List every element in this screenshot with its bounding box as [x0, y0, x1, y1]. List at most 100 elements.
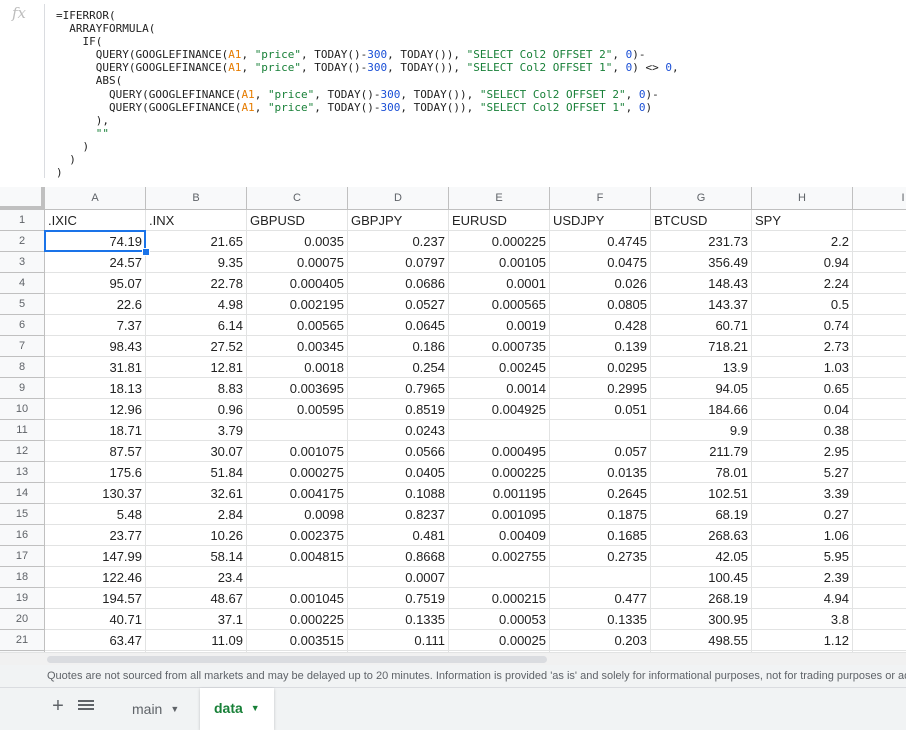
data-cell[interactable]: 0.003515 — [247, 630, 348, 651]
row-header[interactable]: 3 — [0, 252, 45, 273]
data-cell[interactable]: 58.14 — [146, 546, 247, 567]
data-cell[interactable]: 5.27 — [752, 462, 853, 483]
data-cell[interactable] — [550, 420, 651, 441]
data-cell[interactable] — [853, 546, 906, 567]
data-cell[interactable]: 0.8668 — [348, 546, 449, 567]
data-cell[interactable]: 0.000225 — [247, 609, 348, 630]
column-header-f[interactable]: F — [550, 187, 651, 210]
data-cell[interactable]: 3.8 — [752, 609, 853, 630]
header-cell[interactable] — [853, 210, 906, 231]
data-cell[interactable]: 32.61 — [146, 483, 247, 504]
data-cell[interactable] — [853, 420, 906, 441]
data-cell[interactable]: 94.05 — [651, 378, 752, 399]
data-cell[interactable] — [853, 483, 906, 504]
data-cell[interactable]: 130.37 — [45, 483, 146, 504]
data-cell[interactable]: 0.254 — [348, 357, 449, 378]
header-cell[interactable]: USDJPY — [550, 210, 651, 231]
data-cell[interactable]: 0.428 — [550, 315, 651, 336]
data-cell[interactable]: 100.45 — [651, 567, 752, 588]
data-cell[interactable]: 27.52 — [146, 336, 247, 357]
data-cell[interactable]: 18.13 — [45, 378, 146, 399]
data-cell[interactable]: 0.0098 — [247, 504, 348, 525]
data-cell[interactable]: 0.65 — [752, 378, 853, 399]
data-cell[interactable]: 175.6 — [45, 462, 146, 483]
scrollbar-thumb[interactable] — [47, 656, 547, 663]
data-cell[interactable]: 0.1335 — [550, 609, 651, 630]
formula-text[interactable]: =IFERROR( ARRAYFORMULA( IF( QUERY(GOOGLE… — [56, 9, 679, 179]
data-cell[interactable]: 147.99 — [45, 546, 146, 567]
data-cell[interactable]: 0.1088 — [348, 483, 449, 504]
data-cell[interactable]: 211.79 — [651, 441, 752, 462]
header-cell[interactable]: EURUSD — [449, 210, 550, 231]
data-cell[interactable]: 60.71 — [651, 315, 752, 336]
data-cell[interactable]: 0.001045 — [247, 588, 348, 609]
data-cell[interactable]: 0.139 — [550, 336, 651, 357]
data-cell[interactable] — [853, 399, 906, 420]
column-header-d[interactable]: D — [348, 187, 449, 210]
data-cell[interactable] — [853, 357, 906, 378]
header-cell[interactable]: BTCUSD — [651, 210, 752, 231]
data-cell[interactable] — [449, 420, 550, 441]
column-header-g[interactable]: G — [651, 187, 752, 210]
data-cell[interactable]: 0.477 — [550, 588, 651, 609]
row-header[interactable]: 19 — [0, 588, 45, 609]
row-header[interactable]: 14 — [0, 483, 45, 504]
row-header[interactable]: 4 — [0, 273, 45, 294]
column-header-e[interactable]: E — [449, 187, 550, 210]
data-cell[interactable]: 0.203 — [550, 630, 651, 651]
data-cell[interactable]: 9.9 — [651, 420, 752, 441]
data-cell[interactable]: 0.000405 — [247, 273, 348, 294]
header-cell[interactable]: GBPJPY — [348, 210, 449, 231]
data-cell[interactable]: 0.000225 — [449, 231, 550, 252]
data-cell[interactable] — [853, 462, 906, 483]
data-cell[interactable] — [247, 567, 348, 588]
data-cell[interactable]: 0.051 — [550, 399, 651, 420]
data-cell[interactable]: 0.96 — [146, 399, 247, 420]
data-cell[interactable]: 0.8237 — [348, 504, 449, 525]
data-cell[interactable]: 0.5 — [752, 294, 853, 315]
data-cell[interactable]: 0.0527 — [348, 294, 449, 315]
data-cell[interactable]: 0.481 — [348, 525, 449, 546]
data-cell[interactable]: 30.07 — [146, 441, 247, 462]
data-cell[interactable]: 143.37 — [651, 294, 752, 315]
data-cell[interactable] — [853, 315, 906, 336]
data-cell[interactable]: 0.94 — [752, 252, 853, 273]
data-cell[interactable]: 10.26 — [146, 525, 247, 546]
data-cell[interactable] — [853, 231, 906, 252]
data-cell[interactable]: 0.0645 — [348, 315, 449, 336]
data-cell[interactable]: 5.48 — [45, 504, 146, 525]
row-header[interactable]: 1 — [0, 210, 45, 231]
data-cell[interactable]: 0.0135 — [550, 462, 651, 483]
data-cell[interactable]: 498.55 — [651, 630, 752, 651]
data-cell[interactable]: 37.1 — [146, 609, 247, 630]
data-cell[interactable]: 7.37 — [45, 315, 146, 336]
data-cell[interactable]: 0.0007 — [348, 567, 449, 588]
data-cell[interactable] — [853, 294, 906, 315]
data-cell[interactable]: 5.95 — [752, 546, 853, 567]
data-cell[interactable]: 0.0001 — [449, 273, 550, 294]
data-cell[interactable]: 3.79 — [146, 420, 247, 441]
row-header[interactable]: 20 — [0, 609, 45, 630]
data-cell[interactable]: 0.0014 — [449, 378, 550, 399]
data-cell[interactable]: 40.71 — [45, 609, 146, 630]
data-cell[interactable]: 0.38 — [752, 420, 853, 441]
data-cell[interactable]: 0.04 — [752, 399, 853, 420]
row-header[interactable]: 9 — [0, 378, 45, 399]
data-cell[interactable]: 0.2735 — [550, 546, 651, 567]
row-header[interactable]: 16 — [0, 525, 45, 546]
chevron-down-icon[interactable]: ▼ — [170, 704, 179, 714]
data-cell[interactable]: 2.73 — [752, 336, 853, 357]
horizontal-scrollbar[interactable] — [0, 652, 906, 665]
data-cell[interactable]: 0.186 — [348, 336, 449, 357]
tab-data[interactable]: data ▼ — [200, 688, 274, 730]
data-cell[interactable]: 268.63 — [651, 525, 752, 546]
row-header[interactable]: 2 — [0, 231, 45, 252]
data-cell[interactable]: 2.39 — [752, 567, 853, 588]
data-cell[interactable]: 0.2995 — [550, 378, 651, 399]
data-cell[interactable]: 0.0805 — [550, 294, 651, 315]
spreadsheet-grid[interactable]: A B C D E F G H I 1 .IXIC .INX GBPUSD GBPJPY EURUSD USD… — [0, 187, 906, 652]
row-header[interactable]: 13 — [0, 462, 45, 483]
data-cell[interactable] — [853, 609, 906, 630]
data-cell[interactable]: 184.66 — [651, 399, 752, 420]
data-cell[interactable] — [550, 567, 651, 588]
